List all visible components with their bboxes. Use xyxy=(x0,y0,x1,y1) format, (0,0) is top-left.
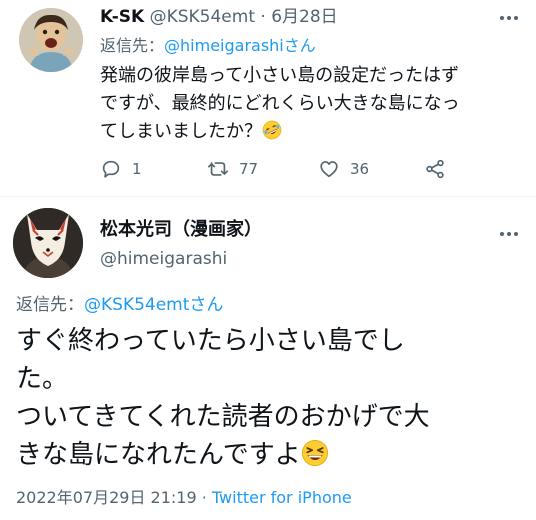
main-author-avatar[interactable] xyxy=(13,208,83,278)
share-action-button[interactable] xyxy=(424,156,446,182)
reply-text-line-1: 発端の彼岸島って小さい島の設定だったはず xyxy=(100,65,460,86)
main-replying-to: 返信先：@KSK54emtさん xyxy=(16,294,223,316)
tweet-source-link[interactable]: Twitter for iPhone xyxy=(212,488,352,507)
main-text-line-3: ついてきてくれた読者のおかげで大 xyxy=(16,402,430,432)
reply-text-line-3-text: てしまいましたか？ xyxy=(100,121,262,142)
reply-author-avatar[interactable] xyxy=(19,8,83,72)
tweet-divider xyxy=(0,196,536,197)
main-tweet-text: すぐ終わっていたら小さい島でし た。 ついてきてくれた読者のおかげで大 きな島に… xyxy=(16,322,526,474)
main-text-line-1: すぐ終わっていたら小さい島でし xyxy=(16,326,405,356)
header-separator: · xyxy=(260,7,266,27)
main-text-line-4-text: きな島になれたんですよ xyxy=(16,440,301,470)
retweet-action-button[interactable]: 77 xyxy=(207,156,258,182)
main-author-handle[interactable]: @himeigarashi xyxy=(100,248,227,270)
rolling-on-floor-laughing-emoji xyxy=(262,120,282,140)
fox-mask-avatar-image xyxy=(13,208,83,278)
main-author-name[interactable]: 松本光司（漫画家） xyxy=(100,218,262,242)
replying-to-handle-link[interactable]: @KSK54emtさん xyxy=(84,295,223,315)
reply-text-line-2: ですが、最終的にどれくらい大きな島になっ xyxy=(100,93,460,114)
retweet-count: 77 xyxy=(239,160,259,178)
reply-tweet-date[interactable]: 6月28日 xyxy=(271,7,337,27)
reply-count: 1 xyxy=(132,160,142,178)
like-count: 36 xyxy=(350,160,370,178)
reply-text-line-3: てしまいましたか？ xyxy=(100,118,520,146)
main-text-line-4: きな島になれたんですよ xyxy=(16,436,526,474)
more-horizontal-icon xyxy=(500,232,518,236)
reply-more-options-button[interactable] xyxy=(498,8,520,28)
reply-bubble-icon xyxy=(102,160,120,178)
replying-to-label: 返信先： xyxy=(100,36,165,55)
reply-tweet-actions: 1 77 36 xyxy=(100,156,520,182)
replying-to-label: 返信先： xyxy=(16,295,84,315)
reply-tweet-header: K-SK @KSK54emt · 6月28日 xyxy=(100,6,338,28)
reply-action-button[interactable]: 1 xyxy=(100,156,142,182)
main-more-options-button[interactable] xyxy=(498,224,520,244)
like-action-button[interactable]: 36 xyxy=(318,156,369,182)
meta-separator: · xyxy=(201,488,207,507)
reply-author-handle[interactable]: @KSK54emt xyxy=(150,7,255,27)
caricature-avatar-image xyxy=(19,8,83,72)
grinning-squinting-face-emoji xyxy=(301,439,328,467)
reply-replying-to: 返信先：@himeigarashiさん xyxy=(100,35,316,57)
more-horizontal-icon xyxy=(500,16,518,20)
main-text-line-2: た。 xyxy=(16,364,69,394)
main-tweet-meta: 2022年07月29日 21:19 · Twitter for iPhone xyxy=(16,487,352,509)
tweet-thread: K-SK @KSK54emt · 6月28日 返信先：@himeigarashi… xyxy=(0,0,536,520)
heart-icon xyxy=(320,161,338,178)
replying-to-handle-link[interactable]: @himeigarashiさん xyxy=(164,36,316,55)
reply-author-name[interactable]: K-SK xyxy=(100,7,144,27)
share-icon xyxy=(426,159,444,179)
tweet-timestamp[interactable]: 2022年07月29日 21:19 xyxy=(16,488,197,507)
reply-tweet[interactable]: K-SK @KSK54emt · 6月28日 返信先：@himeigarashi… xyxy=(0,0,536,196)
reply-tweet-text: 発端の彼岸島って小さい島の設定だったはず ですが、最終的にどれくらい大きな島にな… xyxy=(100,62,520,146)
retweet-icon xyxy=(208,162,228,176)
